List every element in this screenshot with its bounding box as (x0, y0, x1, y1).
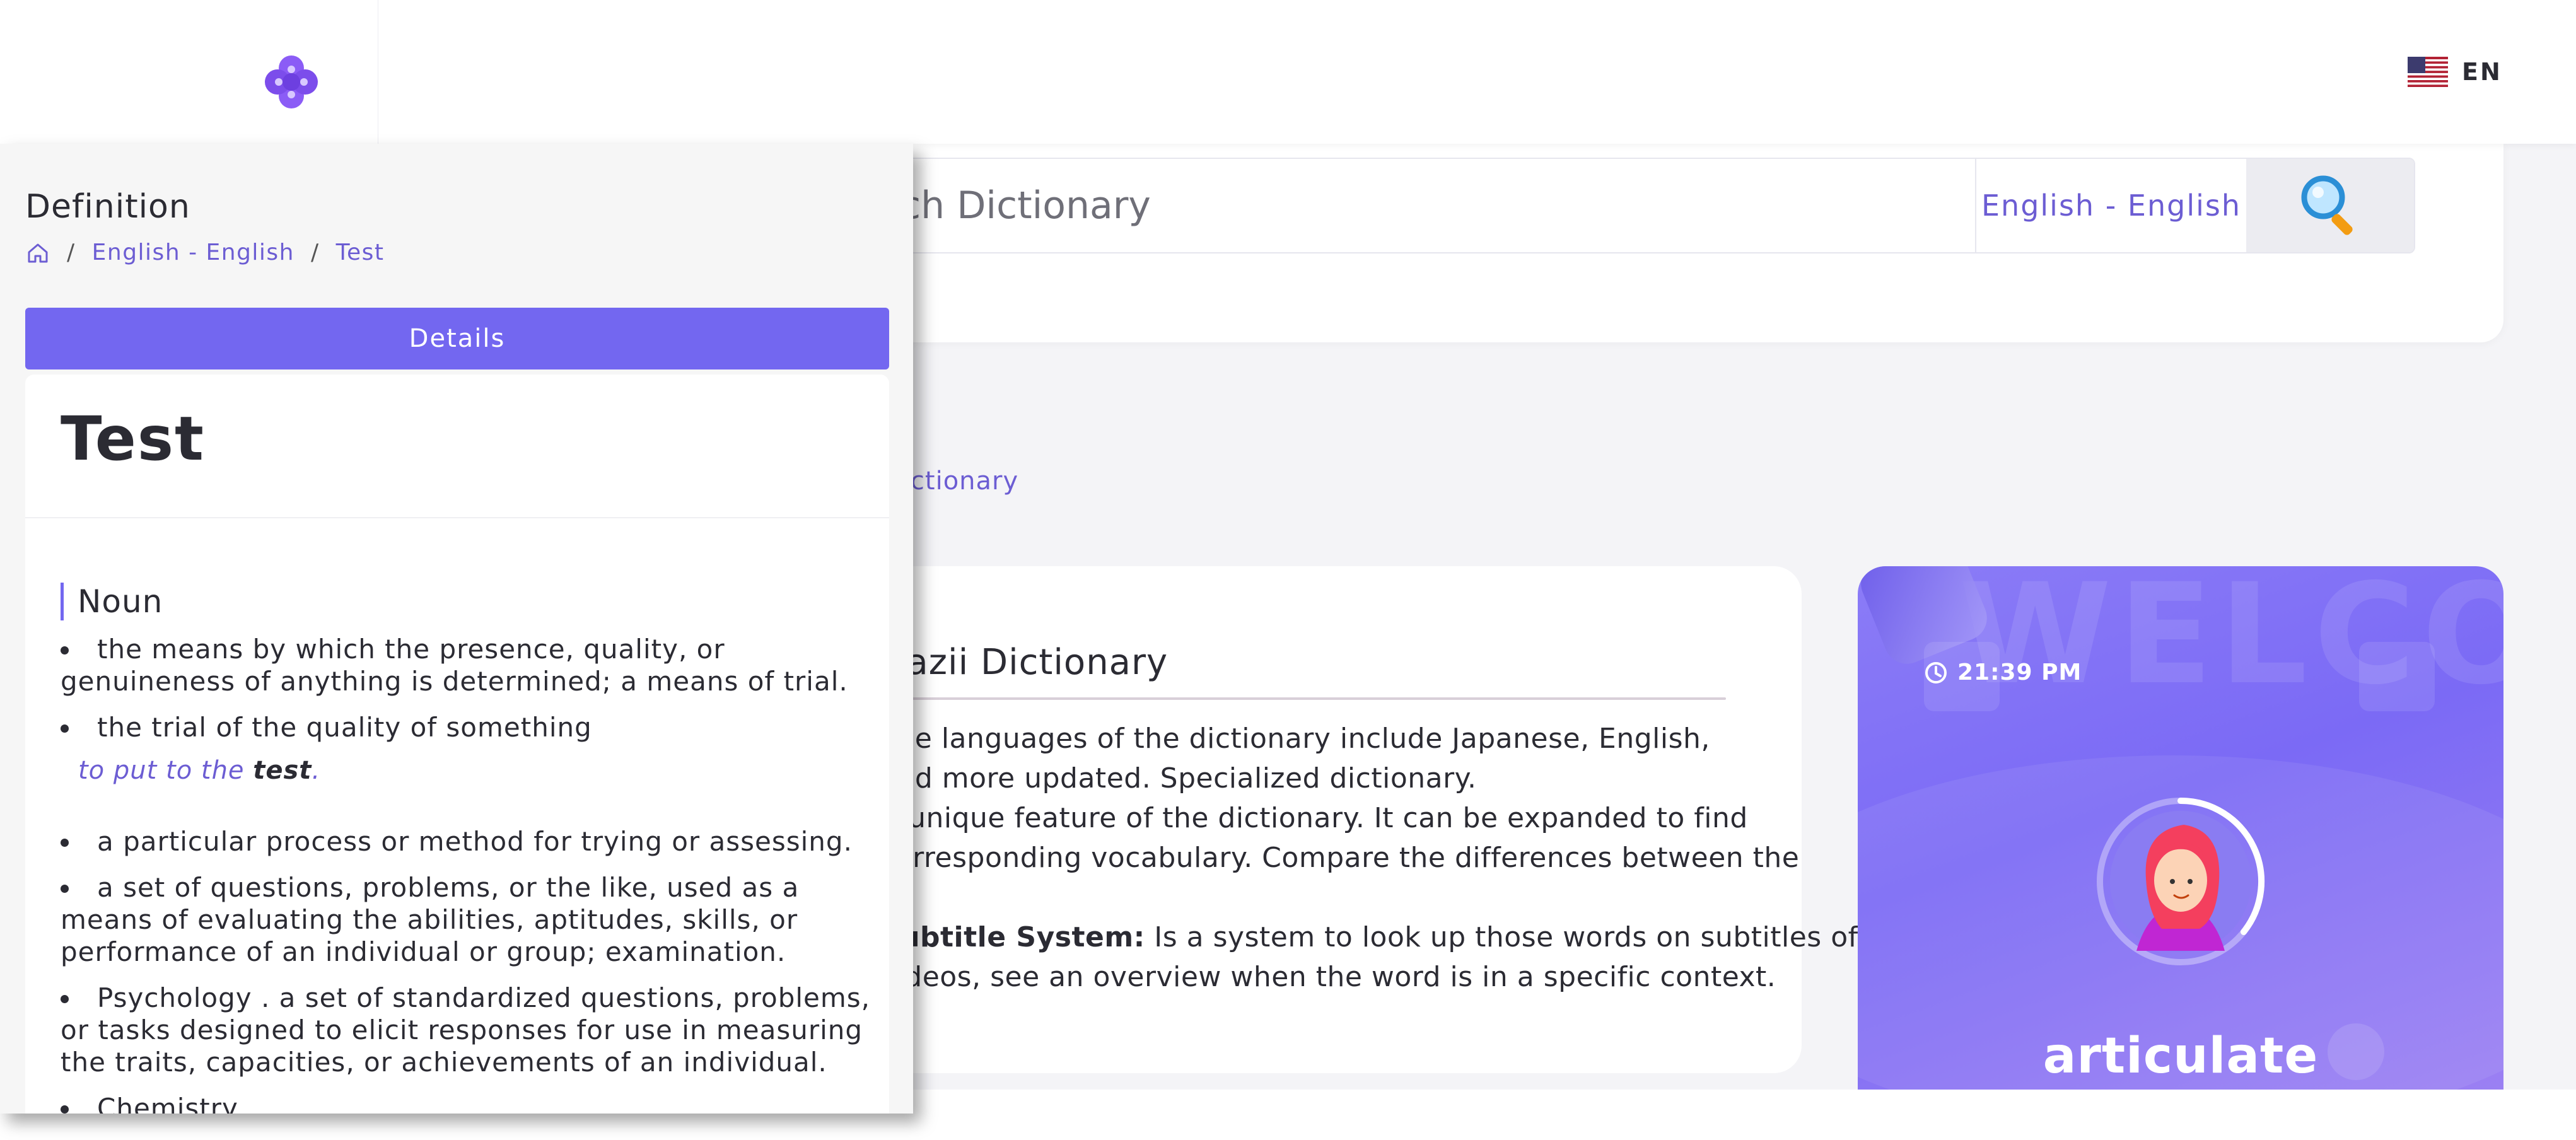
clock-icon (1925, 661, 1947, 683)
promo-time: 21:39 PM (1923, 660, 2082, 685)
language-code: EN (2462, 58, 2502, 86)
sense-item: a particular process or method for tryin… (61, 825, 874, 858)
magnifier-icon (2301, 175, 2353, 235)
flower-logo-icon[interactable] (264, 54, 319, 110)
intro-title: Mazii Dictionary (875, 642, 1169, 683)
promo-word: articulate (2043, 1028, 2319, 1085)
intro-line: The languages of the dictionary include … (880, 723, 1710, 755)
avatar (2092, 793, 2269, 970)
logo-area (0, 0, 378, 144)
intro-text: The languages of the dictionary include … (880, 719, 1858, 997)
definition-card: Test Noun the means by which the presenc… (25, 375, 889, 1114)
intro-line: A unique feature of the dictionary. It c… (880, 802, 1748, 834)
promo-square (2359, 642, 2435, 711)
home-icon[interactable] (25, 240, 50, 265)
sense-item: Psychology . a set of standardized quest… (61, 982, 874, 1078)
sense-example: to put to the test. (78, 756, 321, 785)
search-bar: English - English (769, 158, 2415, 253)
breadcrumb-word[interactable]: Test (336, 240, 385, 265)
panel-title: Definition (25, 188, 190, 226)
intro-divider (870, 697, 1726, 700)
breadcrumb-separator: / (311, 240, 320, 265)
sense-item: the means by which the presence, quality… (61, 633, 874, 697)
intro-line: Subtitle System: Is a system to look up … (880, 921, 1858, 953)
girl-avatar-icon (2097, 798, 2265, 965)
us-flag-icon (2408, 57, 2448, 87)
intro-line: and more updated. Specialized dictionary… (880, 762, 1477, 794)
details-button[interactable]: Details (25, 308, 889, 369)
sense-list: the means by which the presence, quality… (61, 633, 874, 1114)
breadcrumb: / English - English / Test (25, 240, 385, 265)
sense-item: Chemistry . (61, 1092, 874, 1114)
sense-item: the trial of the quality of something (61, 711, 874, 743)
sense-item: a set of questions, problems, or the lik… (61, 871, 874, 968)
language-switcher[interactable]: EN (2408, 53, 2502, 91)
breadcrumb-dictionary[interactable]: English - English (92, 240, 294, 265)
entry-divider (25, 517, 889, 518)
intro-line: videos, see an overview when the word is… (880, 961, 1776, 993)
search-input[interactable] (771, 159, 1975, 252)
breadcrumb-separator: / (67, 240, 76, 265)
word-of-the-day-card[interactable]: WELCOME 21:39 PM articulate (1858, 566, 2503, 1090)
entry-word: Test (61, 404, 205, 474)
top-bar: EN (0, 0, 2576, 144)
dictionary-select[interactable]: English - English (1975, 159, 2246, 252)
intro-line: corresponding vocabulary. Compare the di… (880, 842, 1800, 874)
search-button[interactable] (2246, 159, 2414, 252)
part-of-speech: Noun (61, 583, 163, 620)
definition-panel: Definition / English - English / Test De… (0, 144, 913, 1114)
